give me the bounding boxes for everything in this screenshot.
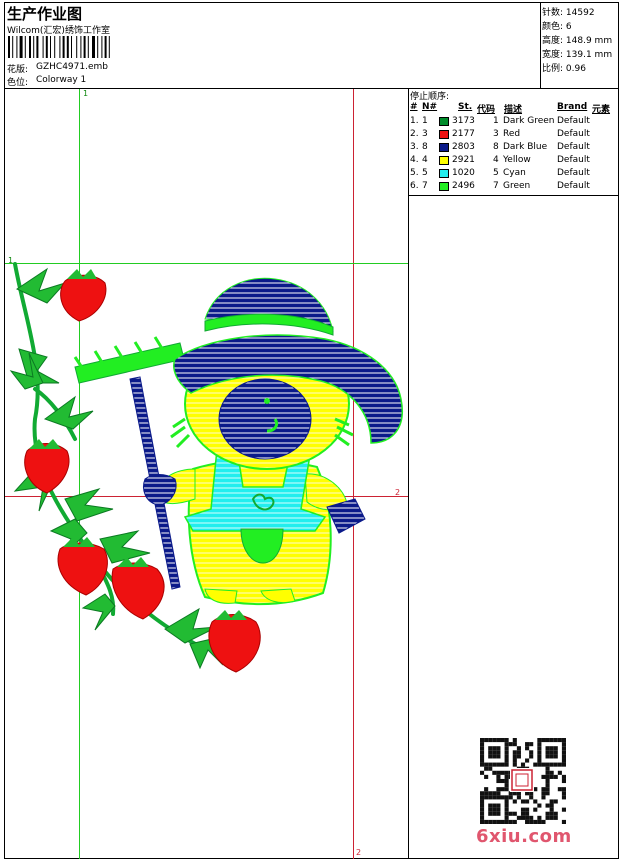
- stop-cell-code: 7: [493, 181, 499, 191]
- stop-cell-desc: Cyan: [503, 168, 526, 178]
- color-swatch: [439, 156, 449, 165]
- stop-cell-idx: 5.: [410, 168, 419, 178]
- stop-cell-st: 2496: [452, 181, 475, 191]
- seal-icon: [511, 769, 533, 791]
- stop-cell-desc: Dark Green: [503, 116, 555, 126]
- col-header-stitches: St.: [458, 102, 473, 112]
- design-file-label: 花版:: [7, 65, 29, 75]
- stop-cell-n: 4: [422, 155, 428, 165]
- stop-cell-st: 3173: [452, 116, 475, 126]
- stop-cell-n: 7: [422, 181, 428, 191]
- stop-cell-st: 2803: [452, 142, 475, 152]
- stop-cell-idx: 4.: [410, 155, 419, 165]
- stop-cell-brand: Default: [557, 168, 590, 178]
- stop-cell-st: 1020: [452, 168, 475, 178]
- stop-cell-brand: Default: [557, 116, 590, 126]
- col-header-index: #: [410, 102, 418, 112]
- watermark-site: 6xiu.com: [476, 826, 572, 847]
- stop-cell-code: 3: [493, 129, 499, 139]
- stop-cell-code: 5: [493, 168, 499, 178]
- col-header-code: 代码: [477, 105, 496, 115]
- stat-colors: 颜色: 6: [542, 22, 572, 32]
- colorway-value: Colorway 1: [36, 75, 87, 85]
- figure-foot-left: [204, 588, 238, 604]
- stop-cell-brand: Default: [557, 155, 590, 165]
- company-name: Wilcom(汇宏)绣饰工作室: [7, 26, 110, 36]
- stop-cell-code: 1: [493, 116, 499, 126]
- colorway-label: 色位:: [7, 78, 29, 88]
- color-swatch: [439, 130, 449, 139]
- col-header-element: 元素: [592, 105, 611, 115]
- stop-cell-idx: 2.: [410, 129, 419, 139]
- axis-label-bottom: 2: [356, 848, 362, 857]
- stop-cell-idx: 1.: [410, 116, 419, 126]
- stop-cell-desc: Green: [503, 181, 531, 191]
- color-swatch: [439, 169, 449, 178]
- qr-code-icon: [480, 738, 566, 824]
- stop-cell-code: 4: [493, 155, 499, 165]
- embroidery-design: [9, 262, 403, 673]
- stop-cell-n: 5: [422, 168, 428, 178]
- page-title: 生产作业图: [7, 5, 83, 23]
- color-swatch: [439, 182, 449, 191]
- col-header-brand: Brand: [557, 102, 588, 112]
- stat-width: 宽度: 139.1 mm: [542, 50, 613, 60]
- stop-cell-st: 2921: [452, 155, 475, 165]
- stop-cell-desc: Dark Blue: [503, 142, 548, 152]
- col-header-needle: N#: [422, 102, 438, 112]
- stop-cell-brand: Default: [557, 181, 590, 191]
- stop-cell-idx: 3.: [410, 142, 419, 152]
- figure-nose: [264, 398, 270, 404]
- stop-cell-desc: Yellow: [503, 155, 531, 165]
- color-swatch: [439, 117, 449, 126]
- stop-cell-n: 3: [422, 129, 428, 139]
- color-swatch: [439, 143, 449, 152]
- stop-cell-brand: Default: [557, 129, 590, 139]
- stop-cell-code: 8: [493, 142, 499, 152]
- stop-sequence-title: 停止顺序:: [410, 92, 450, 102]
- stop-cell-n: 8: [422, 142, 428, 152]
- design-file-value: GZHC4971.emb: [36, 62, 108, 72]
- stop-cell-st: 2177: [452, 129, 475, 139]
- stop-cell-brand: Default: [557, 142, 590, 152]
- barcode-icon: [8, 36, 110, 58]
- stop-cell-n: 1: [422, 116, 428, 126]
- figure-face: [218, 378, 312, 460]
- stop-cell-idx: 6.: [410, 181, 419, 191]
- col-header-description: 描述: [504, 105, 523, 115]
- stat-height: 高度: 148.9 mm: [542, 36, 613, 46]
- stat-stitches: 针数: 14592: [542, 8, 595, 18]
- stop-cell-desc: Red: [503, 129, 521, 139]
- stat-scale: 比例: 0.96: [542, 64, 586, 74]
